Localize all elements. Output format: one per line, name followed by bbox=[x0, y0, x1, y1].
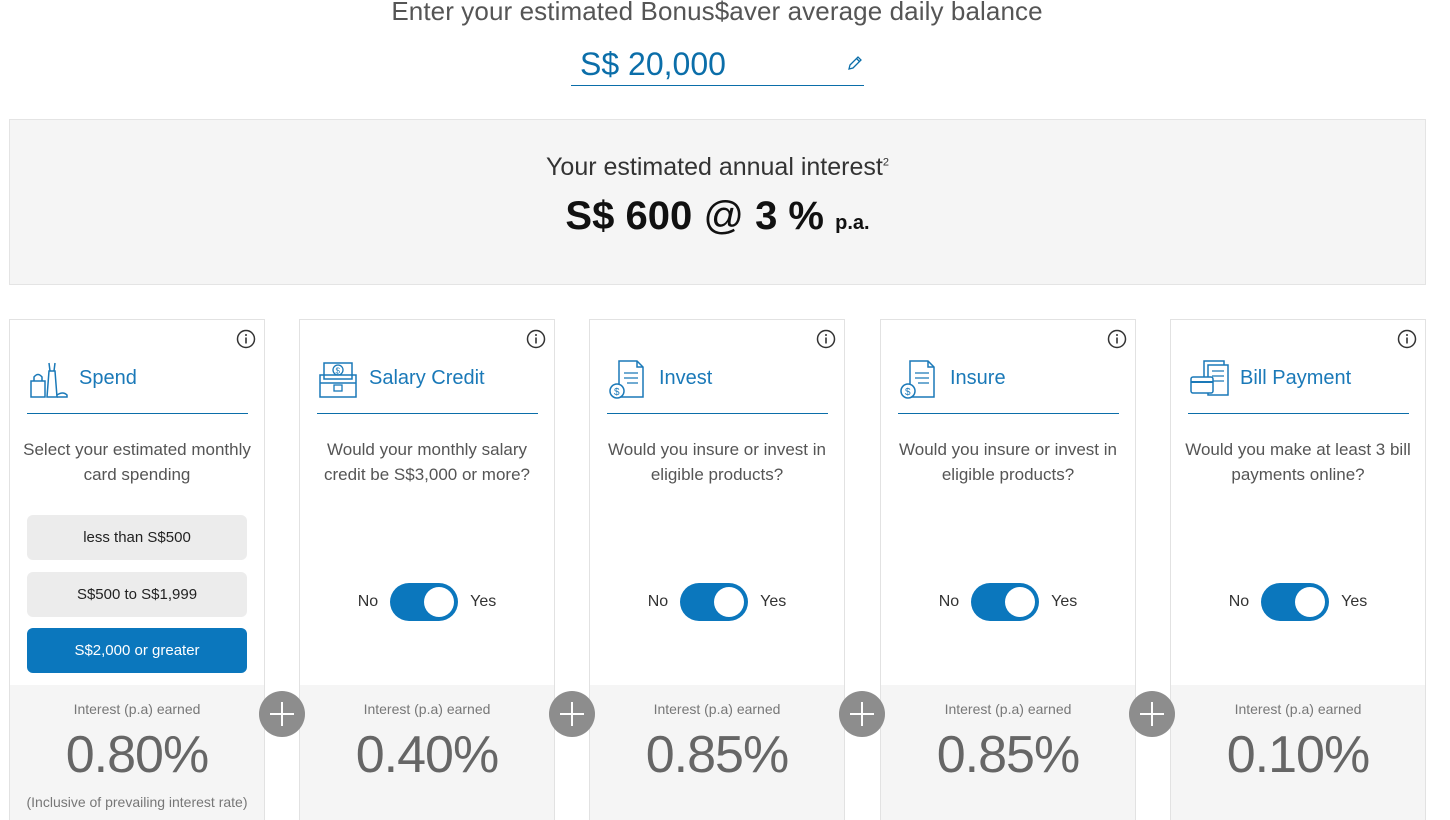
plus-icon bbox=[1129, 691, 1175, 737]
toggle-knob bbox=[1005, 587, 1036, 617]
card-header: $ Salary Credit bbox=[317, 344, 538, 414]
card-spend: Spend Select your estimated monthly card… bbox=[9, 319, 265, 820]
card-title: Salary Credit bbox=[369, 367, 485, 389]
interest-note: (Inclusive of prevailing interest rate) bbox=[26, 794, 248, 810]
card-question: Would your monthly salary credit be S$3,… bbox=[323, 440, 530, 484]
card-question: Select your estimated monthly card spend… bbox=[23, 440, 251, 484]
card-interest-footer: Interest (p.a) earned 0.10% bbox=[1171, 685, 1425, 820]
cash-tray-icon: $ bbox=[319, 361, 357, 398]
toggle-row: No Yes bbox=[1171, 582, 1425, 622]
plus-icon bbox=[549, 691, 595, 737]
plus-icon bbox=[839, 691, 885, 737]
card-salary-credit: $ Salary Credit Would your monthly salar… bbox=[299, 319, 555, 820]
card-interest-footer: Interest (p.a) earned 0.85% bbox=[590, 685, 844, 820]
interest-label: Interest (p.a) earned bbox=[1234, 701, 1362, 717]
card-bill-payment: Bill Payment Would you make at least 3 b… bbox=[1170, 319, 1426, 820]
estimated-interest-value: S$ 600 @ 3 % p.a. bbox=[10, 194, 1425, 239]
interest-rate-value: 0.85% bbox=[645, 726, 789, 784]
card-interest-footer: Interest (p.a) earned 0.40% bbox=[300, 685, 554, 820]
card-header: $ Invest bbox=[607, 344, 828, 414]
estimated-interest-panel: Your estimated annual interest2 S$ 600 @… bbox=[9, 119, 1426, 285]
toggle-yes-label: Yes bbox=[760, 593, 787, 610]
toggle-no-label: No bbox=[647, 593, 669, 610]
toggle-knob bbox=[424, 587, 455, 617]
estimated-interest-label: Your estimated annual interest2 bbox=[546, 153, 889, 181]
toggle-no-label: No bbox=[1228, 593, 1250, 610]
interest-rate: 3 % bbox=[755, 194, 824, 238]
at-sign: @ bbox=[703, 194, 744, 238]
card-interest-footer: Interest (p.a) earned 0.80% (Inclusive o… bbox=[10, 685, 264, 820]
spend-option-low[interactable]: less than S$500 bbox=[27, 515, 247, 560]
card-header: Bill Payment bbox=[1188, 344, 1409, 414]
svg-text:$: $ bbox=[336, 366, 341, 375]
toggle-no-label: No bbox=[938, 593, 960, 610]
footnote-marker: 2 bbox=[882, 156, 889, 169]
card-header: Spend bbox=[27, 344, 248, 414]
interest-label: Interest (p.a) earned bbox=[73, 701, 201, 717]
card-interest-footer: Interest (p.a) earned 0.85% bbox=[881, 685, 1135, 820]
toggle-row: No Yes bbox=[590, 582, 844, 622]
card-title: Insure bbox=[950, 367, 1006, 389]
toggle-yes-label: Yes bbox=[1051, 593, 1078, 610]
svg-text:$: $ bbox=[905, 387, 911, 398]
interest-rate-value: 0.85% bbox=[936, 726, 1080, 784]
toggle-yes-label: Yes bbox=[470, 593, 497, 610]
plus-icon bbox=[259, 691, 305, 737]
spend-option-high[interactable]: S$2,000 or greater bbox=[27, 628, 247, 673]
interest-rate-value: 0.40% bbox=[355, 726, 499, 784]
card-header: $ Insure bbox=[898, 344, 1119, 414]
card-question: Would you make at least 3 bill payments … bbox=[1185, 440, 1411, 484]
per-annum-label: p.a. bbox=[835, 212, 870, 234]
card-insure: $ Insure Would you insure or invest in e… bbox=[880, 319, 1136, 820]
toggle-row: No Yes bbox=[300, 582, 554, 622]
pencil-icon[interactable] bbox=[846, 54, 864, 72]
card-title: Spend bbox=[79, 367, 137, 389]
bills-card-icon bbox=[1190, 359, 1229, 396]
card-title: Invest bbox=[659, 367, 713, 389]
interest-rate-value: 0.80% bbox=[65, 726, 209, 784]
toggle-yes-label: Yes bbox=[1341, 593, 1368, 610]
toggle-row: No Yes bbox=[881, 582, 1135, 622]
salary-toggle[interactable] bbox=[390, 583, 459, 621]
card-title: Bill Payment bbox=[1240, 367, 1352, 389]
interest-rate-value: 0.10% bbox=[1226, 726, 1370, 784]
interest-label: Interest (p.a) earned bbox=[363, 701, 491, 717]
invest-toggle[interactable] bbox=[680, 583, 749, 621]
interest-label: Interest (p.a) earned bbox=[653, 701, 781, 717]
card-question: Would you insure or invest in eligible p… bbox=[608, 440, 826, 484]
document-dollar-icon: $ bbox=[900, 359, 935, 399]
shopping-bags-icon bbox=[30, 362, 68, 398]
toggle-knob bbox=[714, 587, 745, 617]
interest-amount: S$ 600 bbox=[565, 194, 693, 238]
balance-field[interactable] bbox=[571, 44, 864, 86]
toggle-knob bbox=[1295, 587, 1326, 617]
bill-payment-toggle[interactable] bbox=[1261, 583, 1330, 621]
insure-toggle[interactable] bbox=[971, 583, 1040, 621]
interest-label: Interest (p.a) earned bbox=[944, 701, 1072, 717]
card-question: Would you insure or invest in eligible p… bbox=[899, 440, 1117, 484]
card-invest: $ Invest Would you insure or invest in e… bbox=[589, 319, 845, 820]
toggle-no-label: No bbox=[357, 593, 379, 610]
balance-title: Enter your estimated Bonus$aver average … bbox=[391, 0, 1043, 26]
spend-option-mid[interactable]: S$500 to S$1,999 bbox=[27, 572, 247, 617]
svg-text:$: $ bbox=[614, 387, 620, 398]
balance-input[interactable] bbox=[580, 44, 840, 84]
document-dollar-icon: $ bbox=[609, 359, 644, 399]
